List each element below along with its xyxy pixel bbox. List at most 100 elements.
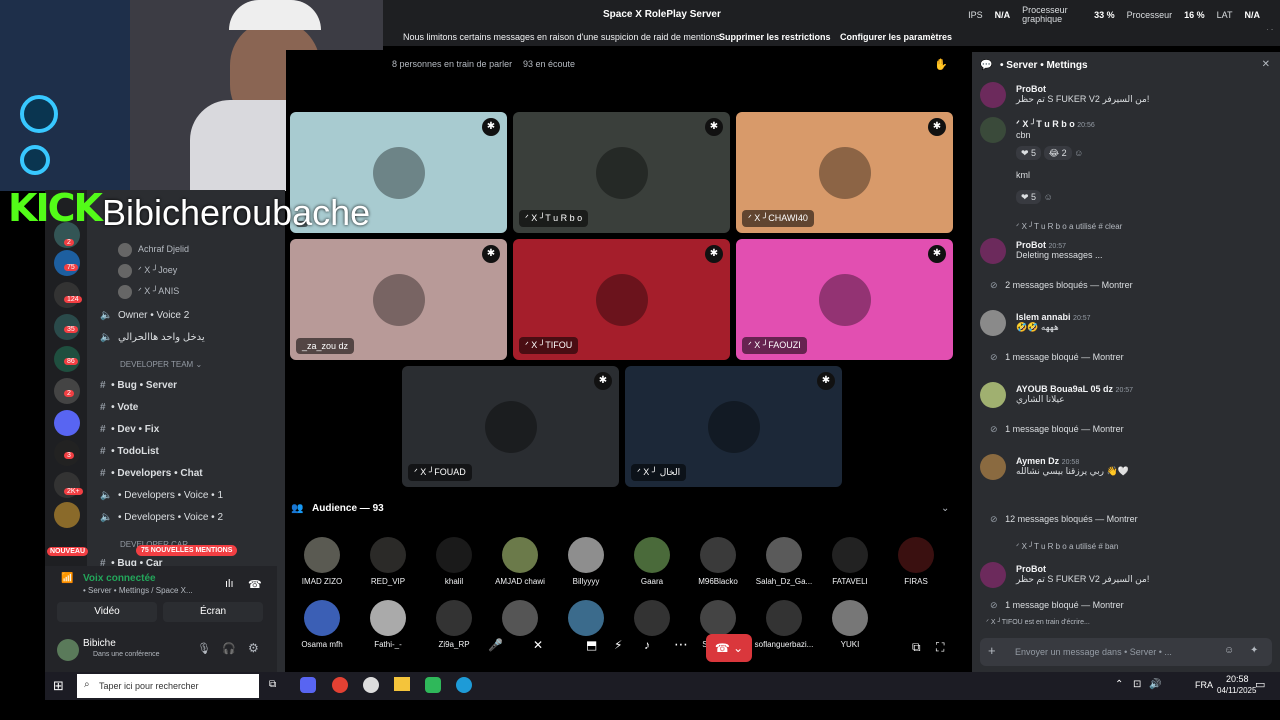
chevron-down-icon[interactable]: ⌄ — [941, 503, 949, 514]
avatar[interactable] — [980, 117, 1006, 143]
message-author[interactable]: ProBot — [1016, 84, 1046, 94]
voice-channel[interactable]: 🔈 • Developers • Voice • 2 — [100, 512, 223, 523]
blocked-messages[interactable]: ⊘ 12 messages bloqués — Montrer — [990, 514, 1138, 525]
blocked-messages[interactable]: ⊘ 1 message bloqué — Montrer — [990, 600, 1124, 611]
remove-restrictions-link[interactable]: Supprimer les restrictions — [719, 32, 831, 42]
text-channel[interactable]: # • TodoList — [100, 446, 159, 457]
pin-icon[interactable]: ✱ — [482, 118, 500, 136]
pin-icon[interactable]: ✱ — [817, 372, 835, 390]
voice-channel-label[interactable]: • Server • Mettings / Space X... — [83, 586, 193, 595]
taskbar-search[interactable]: ⌕ Taper ici pour rechercher — [77, 674, 259, 698]
disconnect-icon[interactable]: ☎ — [248, 578, 262, 591]
audience-member[interactable]: soflanguerbazi... — [752, 600, 816, 649]
text-channel[interactable]: # • Dev • Fix — [100, 424, 159, 435]
blocked-messages[interactable]: ⊘ 1 message bloqué — Montrer — [990, 352, 1124, 363]
server-icon[interactable] — [54, 410, 80, 436]
blocked-messages[interactable]: ⊘ 1 message bloqué — Montrer — [990, 424, 1124, 435]
voice-channel[interactable]: 🔈 • Developers • Voice • 1 — [100, 490, 223, 501]
pin-icon[interactable]: ✱ — [705, 245, 723, 263]
message-author[interactable]: Aymen Dz — [1016, 456, 1059, 466]
avatar[interactable] — [980, 382, 1006, 408]
language-indicator[interactable]: FRA — [1195, 680, 1213, 690]
emoji-icon[interactable]: ☺ — [1224, 645, 1234, 656]
blocked-messages[interactable]: ⊘ 2 messages bloqués — Montrer — [990, 280, 1133, 291]
plus-icon[interactable]: + — [988, 643, 996, 658]
reaction-button[interactable]: ❤ 5 — [1016, 146, 1042, 160]
voice-channel[interactable]: 🔈 Owner • Voice 2 — [100, 310, 189, 321]
pin-icon[interactable]: ✱ — [928, 118, 946, 136]
task-view-icon[interactable]: ⧉ — [269, 679, 276, 690]
screen-share-icon[interactable]: ⬒ — [586, 638, 597, 652]
server-icon[interactable] — [54, 282, 80, 308]
chrome-icon[interactable] — [332, 677, 348, 693]
camera-off-icon[interactable]: ✕ — [533, 638, 543, 652]
more-icon[interactable]: ⋯ — [674, 636, 688, 653]
message-author[interactable]: ProBot — [1016, 240, 1046, 250]
voice-user[interactable]: Achraf Djelid — [138, 244, 189, 254]
close-chat-icon[interactable]: ✕ — [1262, 59, 1270, 70]
raise-hand-icon[interactable]: ✋ — [934, 58, 948, 71]
notifications-icon[interactable]: ▭ — [1255, 678, 1265, 691]
app-icon[interactable] — [425, 677, 441, 693]
pin-icon[interactable]: ✱ — [482, 245, 500, 263]
add-reaction-icon[interactable]: ☺ — [1044, 192, 1053, 202]
mute-icon[interactable]: 🎙 — [197, 642, 211, 655]
server-icon[interactable] — [54, 502, 80, 528]
clock-date[interactable]: 04/11/2025 — [1217, 686, 1256, 695]
windows-start-icon[interactable]: ⊞ — [53, 678, 64, 694]
steam-icon[interactable] — [363, 677, 379, 693]
avatar[interactable] — [980, 454, 1006, 480]
new-mentions-pill[interactable]: 75 NOUVELLES MENTIONS — [136, 545, 238, 556]
audience-member[interactable]: khalil — [422, 537, 486, 586]
audience-member[interactable]: Gaara — [620, 537, 684, 586]
reaction-button[interactable]: 😂 2 — [1043, 146, 1072, 160]
audience-member[interactable]: IMAD ZIZO — [290, 537, 354, 586]
clock-time[interactable]: 20:58 — [1226, 674, 1249, 684]
settings-gear-icon[interactable]: ⚙ — [248, 641, 259, 655]
speaker-tile[interactable]: ✱ ᐟ X ╯FOUAD — [402, 366, 619, 487]
speaker-tile[interactable]: ✱ _za_zou dz — [290, 239, 507, 360]
file-explorer-icon[interactable] — [394, 677, 410, 691]
message-author[interactable]: AYOUB Boua9aL 05 dz — [1016, 384, 1113, 394]
audience-member[interactable]: Osama mfh — [290, 600, 354, 649]
pin-icon[interactable]: ✱ — [705, 118, 723, 136]
edge-icon[interactable] — [456, 677, 472, 693]
voice-user[interactable]: ᐟ X ╯ANIS — [138, 286, 179, 297]
speaker-tile[interactable]: ✱ ᐟ X ╯TIFOU — [513, 239, 730, 360]
popout-icon[interactable]: ⧉ — [912, 640, 921, 655]
pin-icon[interactable]: ✱ — [594, 372, 612, 390]
audience-member[interactable]: RED_VIP — [356, 537, 420, 586]
configure-settings-link[interactable]: Configurer les paramètres — [840, 32, 952, 42]
screen-button[interactable]: Écran — [163, 602, 263, 622]
avatar[interactable] — [980, 562, 1006, 588]
avatar[interactable] — [118, 285, 132, 299]
speaker-tile[interactable]: ✱ ᐟ X ╯T u R b o — [513, 112, 730, 233]
soundboard-icon[interactable]: ♪ — [644, 638, 650, 652]
avatar[interactable] — [118, 264, 132, 278]
avatar[interactable] — [980, 310, 1006, 336]
text-channel[interactable]: # • Developers • Chat — [100, 468, 203, 479]
audience-member[interactable]: Fathi-_- — [356, 600, 420, 649]
audience-member[interactable]: FIRAS — [884, 537, 948, 586]
audience-member[interactable]: AMJAD chawi — [488, 537, 552, 586]
reaction-button[interactable]: ❤ 5 — [1016, 190, 1042, 204]
server-icon[interactable] — [54, 250, 80, 276]
text-channel[interactable]: # • Vote — [100, 402, 138, 413]
tray-chevron-icon[interactable]: ⌃ — [1115, 679, 1123, 690]
avatar[interactable] — [980, 82, 1006, 108]
channel-category[interactable]: DEVELOPER TEAM ⌄ — [120, 360, 202, 369]
audience-member[interactable]: Salah_Dz_Ga... — [752, 537, 816, 586]
voice-channel[interactable]: 🔈 يدخل واحد هاالحرالي — [100, 332, 205, 343]
pin-icon[interactable]: ✱ — [928, 245, 946, 263]
network-icon[interactable]: ⊡ — [1133, 679, 1141, 690]
video-button[interactable]: Vidéo — [57, 602, 157, 622]
add-reaction-icon[interactable]: ☺ — [1074, 148, 1083, 158]
fullscreen-icon[interactable]: ⛶ — [936, 640, 944, 655]
avatar[interactable] — [57, 639, 79, 661]
volume-icon[interactable]: 🔊 — [1149, 679, 1161, 690]
message-input[interactable]: + Envoyer un message dans • Server • ...… — [980, 638, 1272, 666]
deafen-icon[interactable]: 🎧 — [222, 642, 236, 655]
apps-icon[interactable]: ✦ — [1250, 645, 1258, 656]
message-author[interactable]: Islem annabi — [1016, 312, 1071, 322]
avatar[interactable] — [980, 238, 1006, 264]
